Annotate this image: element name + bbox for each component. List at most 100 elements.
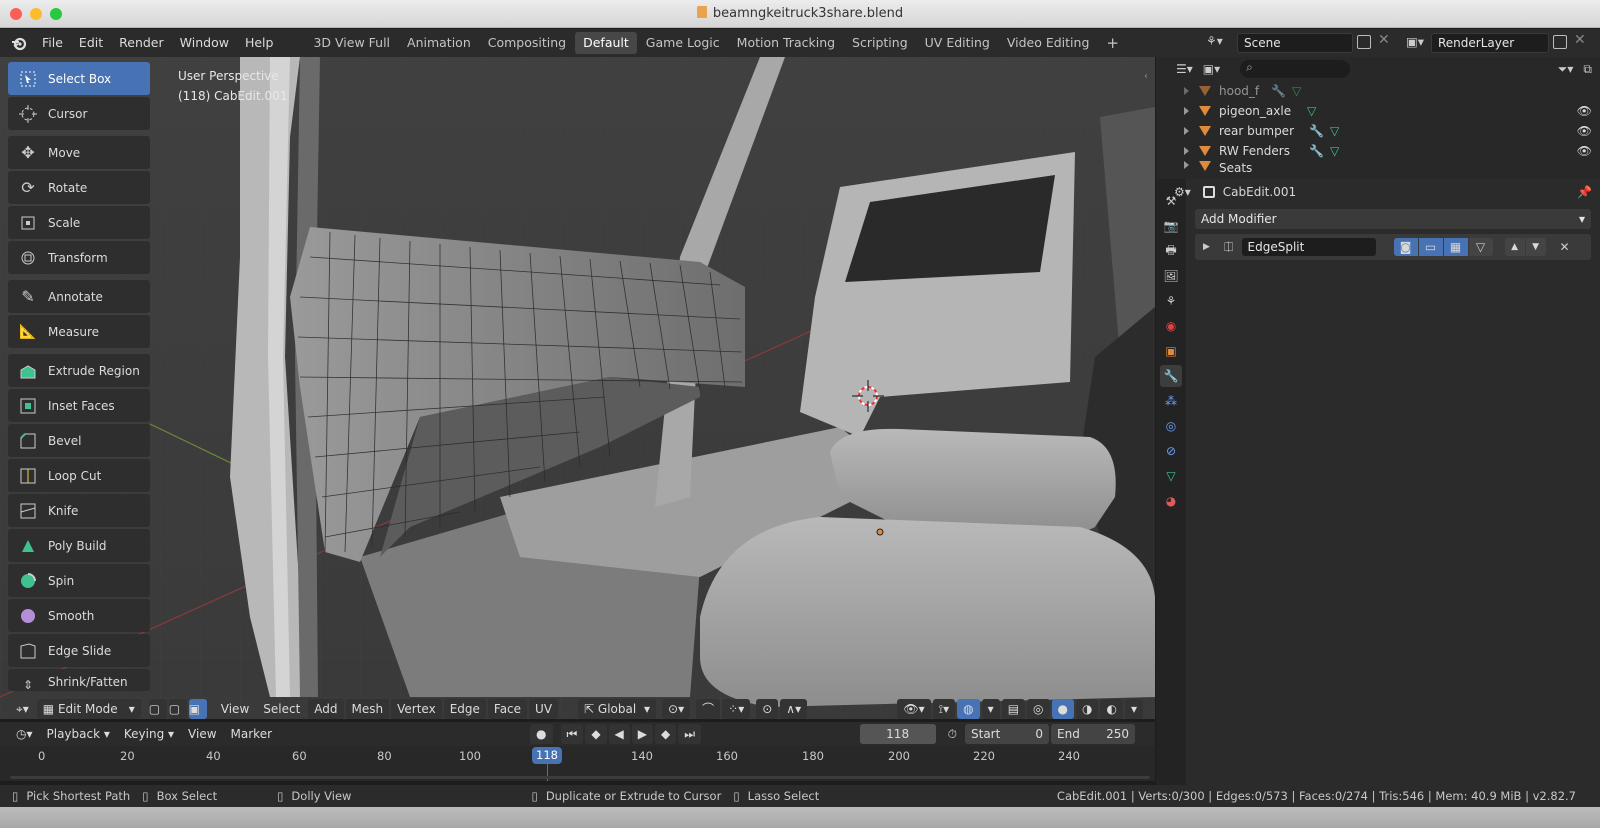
- tool-spin[interactable]: Spin: [8, 564, 150, 597]
- play-reverse-icon[interactable]: ◀: [608, 724, 630, 744]
- region-toggle-icon[interactable]: ‹: [1144, 71, 1148, 82]
- play-icon[interactable]: ▶: [631, 724, 654, 744]
- tool-annotate[interactable]: ✎ Annotate: [8, 280, 150, 313]
- jump-start-icon[interactable]: ⏮: [560, 724, 584, 744]
- menu-mesh[interactable]: Mesh: [345, 699, 390, 719]
- show-on-cage-toggle[interactable]: ▽: [1468, 238, 1493, 256]
- add-workspace-button[interactable]: +: [1098, 32, 1127, 54]
- tab-scripting[interactable]: Scripting: [844, 32, 916, 54]
- tab-uv-editing[interactable]: UV Editing: [917, 32, 998, 54]
- tool-knife[interactable]: Knife: [8, 494, 150, 527]
- timeline-menu-view[interactable]: View: [182, 724, 222, 744]
- copy-scene-icon[interactable]: [1357, 35, 1371, 49]
- outliner-item[interactable]: hood_f 🔧 ▽: [1184, 81, 1600, 101]
- tab-video-editing[interactable]: Video Editing: [999, 32, 1098, 54]
- editor-type-icon[interactable]: ⌖▾: [10, 699, 35, 719]
- visibility-eye-icon[interactable]: 👁: [1577, 124, 1592, 138]
- outliner-editor-icon[interactable]: ☰▾: [1176, 62, 1193, 76]
- playhead-frame[interactable]: 118: [532, 747, 562, 764]
- menu-edit[interactable]: Edit: [71, 29, 111, 57]
- outliner-item[interactable]: Seats: [1184, 161, 1600, 173]
- render-tab-icon[interactable]: 📷: [1160, 215, 1182, 237]
- pin-icon[interactable]: 📌: [1577, 185, 1592, 199]
- visibility-eye-icon[interactable]: 👁: [1577, 144, 1592, 158]
- snap-target-icon[interactable]: ⁘▾: [722, 699, 751, 719]
- face-select-icon[interactable]: ▣: [188, 699, 207, 719]
- menu-add[interactable]: Add: [308, 699, 344, 719]
- 3d-viewport[interactable]: User Perspective (118) CabEdit.001 ‹: [0, 57, 1155, 719]
- expand-modifier-icon[interactable]: ▶: [1203, 242, 1210, 252]
- xray-icon[interactable]: ▤: [1001, 699, 1026, 719]
- copy-layer-icon[interactable]: [1553, 35, 1567, 49]
- next-keyframe-icon[interactable]: ◆: [655, 724, 677, 744]
- tab-3d-view-full[interactable]: 3D View Full: [305, 32, 398, 54]
- tool-inset-faces[interactable]: Inset Faces: [8, 389, 150, 422]
- new-collection-icon[interactable]: ⧉: [1583, 62, 1592, 77]
- show-render-toggle[interactable]: ◙: [1393, 238, 1418, 256]
- vertex-select-icon[interactable]: ▢: [148, 699, 167, 719]
- outliner-item[interactable]: RW Fenders 🔧 ▽ 👁: [1184, 141, 1600, 161]
- zoom-window-button[interactable]: [50, 8, 62, 20]
- scene-tab-icon[interactable]: ⚘: [1160, 290, 1182, 312]
- modifier-name-field[interactable]: EdgeSplit: [1241, 238, 1376, 256]
- output-tab-icon[interactable]: 🖶: [1160, 240, 1182, 262]
- show-viewport-toggle[interactable]: ▭: [1418, 238, 1443, 256]
- remove-modifier-icon[interactable]: ✕: [1560, 240, 1570, 254]
- menu-uv[interactable]: UV: [529, 699, 559, 719]
- edge-select-icon[interactable]: ▢: [168, 699, 187, 719]
- menu-keying[interactable]: Keying ▾: [118, 724, 180, 744]
- data-tab-icon[interactable]: ▽: [1160, 465, 1182, 487]
- move-up-icon[interactable]: ▲: [1504, 238, 1525, 256]
- outliner-item[interactable]: rear bumper 🔧 ▽ 👁: [1184, 121, 1600, 141]
- shading-dropdown-icon[interactable]: ▾: [1124, 699, 1143, 719]
- visibility-eye-icon[interactable]: 👁: [1577, 104, 1592, 118]
- close-window-button[interactable]: [10, 8, 22, 20]
- overlays-dropdown-icon[interactable]: ▾: [981, 699, 1000, 719]
- menu-view[interactable]: View: [215, 699, 255, 719]
- wireframe-shading-icon[interactable]: ◎: [1027, 699, 1050, 719]
- menu-face[interactable]: Face: [487, 699, 528, 719]
- tool-loop-cut[interactable]: Loop Cut: [8, 459, 150, 492]
- tool-measure[interactable]: 📐 Measure: [8, 315, 150, 348]
- physics-tab-icon[interactable]: ◎: [1160, 415, 1182, 437]
- material-tab-icon[interactable]: ◕: [1160, 490, 1182, 512]
- material-shading-icon[interactable]: ◑: [1076, 699, 1099, 719]
- menu-select[interactable]: Select: [257, 699, 306, 719]
- display-mode-icon[interactable]: ▣▾: [1203, 62, 1220, 76]
- move-down-icon[interactable]: ▼: [1525, 238, 1546, 256]
- current-frame-field[interactable]: 118: [859, 724, 936, 744]
- constraints-tab-icon[interactable]: ⊘: [1160, 440, 1182, 462]
- stopwatch-icon[interactable]: ⏱: [942, 724, 963, 744]
- jump-end-icon[interactable]: ⏭: [678, 724, 702, 744]
- minimize-window-button[interactable]: [30, 8, 42, 20]
- tool-extrude-region[interactable]: Extrude Region: [8, 354, 150, 387]
- visibility-icon[interactable]: 👁▾: [897, 699, 931, 719]
- remove-scene-icon[interactable]: ✕: [1378, 32, 1390, 48]
- record-icon[interactable]: ●: [530, 724, 553, 744]
- menu-vertex[interactable]: Vertex: [391, 699, 442, 719]
- overlays-icon[interactable]: ◍: [957, 699, 980, 719]
- solid-shading-icon[interactable]: ●: [1051, 699, 1074, 719]
- particles-tab-icon[interactable]: ⁂: [1160, 390, 1182, 412]
- tool-scale[interactable]: Scale: [8, 206, 150, 239]
- scene-name-field[interactable]: Scene: [1237, 33, 1353, 53]
- menu-playback[interactable]: Playback ▾: [41, 724, 116, 744]
- mode-dropdown[interactable]: ▦ Edit Mode ▾: [36, 699, 141, 719]
- menu-marker[interactable]: Marker: [225, 724, 278, 744]
- start-frame-field[interactable]: Start 0: [965, 724, 1049, 744]
- show-editmode-toggle[interactable]: ▦: [1443, 238, 1468, 256]
- render-layer-field[interactable]: RenderLayer: [1431, 33, 1549, 53]
- outliner-search-input[interactable]: ⌕: [1240, 60, 1351, 78]
- tool-transform[interactable]: Transform: [8, 241, 150, 274]
- tool-poly-build[interactable]: Poly Build: [8, 529, 150, 562]
- menu-help[interactable]: Help: [237, 29, 282, 57]
- render-layer-icon[interactable]: ▣▾: [1406, 34, 1424, 49]
- falloff-icon[interactable]: ∧▾: [780, 699, 808, 719]
- prev-keyframe-icon[interactable]: ◆: [585, 724, 607, 744]
- menu-edge[interactable]: Edge: [443, 699, 486, 719]
- tab-game-logic[interactable]: Game Logic: [638, 32, 728, 54]
- remove-layer-icon[interactable]: ✕: [1574, 32, 1586, 48]
- timeline-scrollbar[interactable]: [10, 776, 1150, 779]
- end-frame-field[interactable]: End 250: [1051, 724, 1135, 744]
- menu-window[interactable]: Window: [172, 29, 237, 57]
